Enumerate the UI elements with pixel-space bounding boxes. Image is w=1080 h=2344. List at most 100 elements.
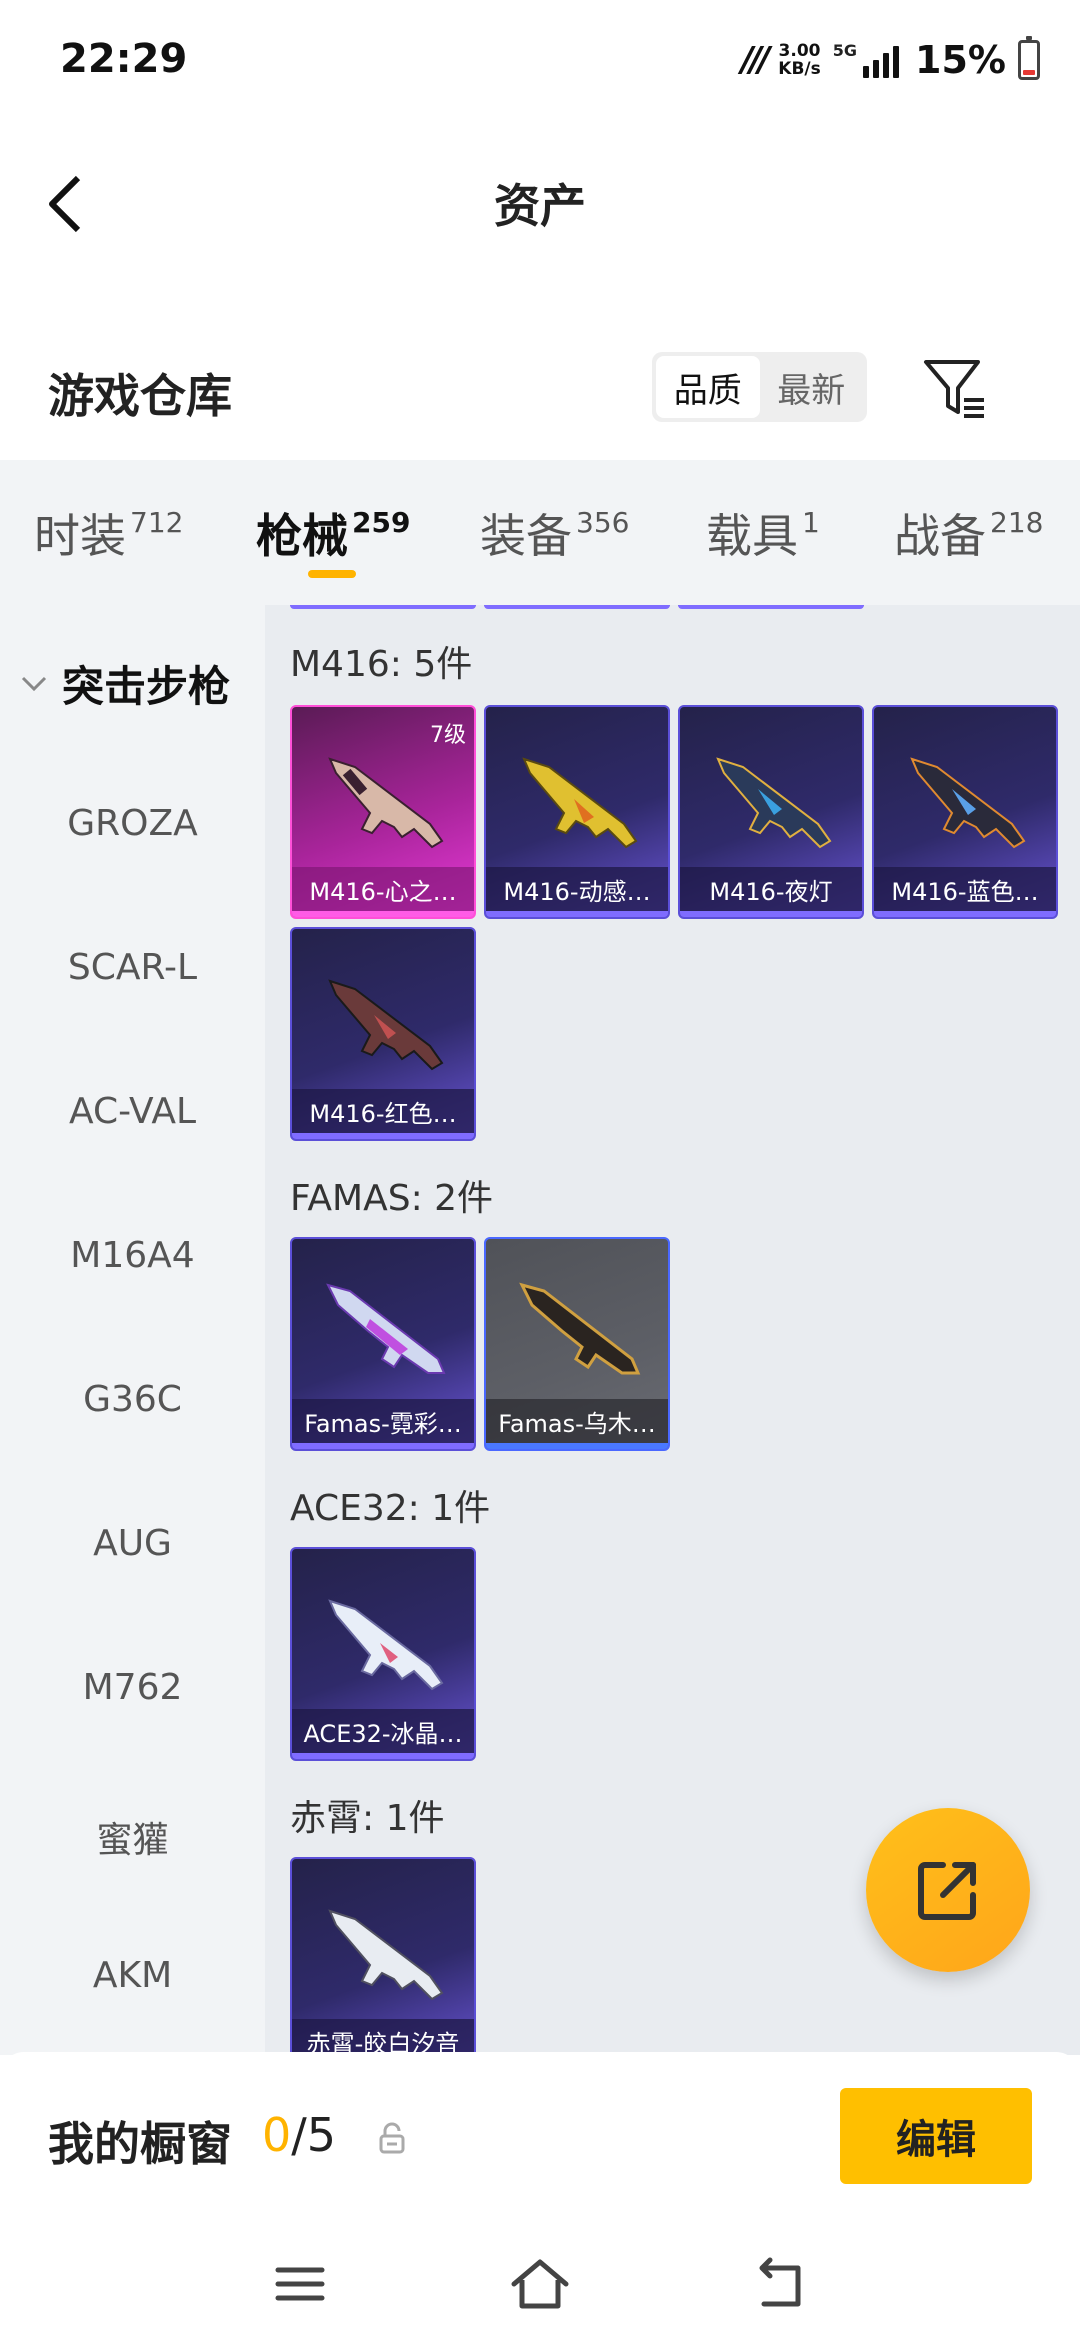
battery-icon	[1018, 36, 1040, 80]
home-icon[interactable]	[510, 2254, 570, 2314]
group-title: ACE32: 1件	[290, 1488, 491, 1529]
active-tab-indicator	[308, 570, 356, 578]
rifle-icon	[328, 1599, 444, 1691]
rarity-bar	[680, 911, 862, 917]
showcase-current: 0	[262, 2108, 292, 2162]
menu-icon[interactable]	[270, 2254, 330, 2314]
tab-count: 259	[352, 505, 411, 539]
rifle-icon	[328, 1909, 444, 2001]
tab-fashion[interactable]: 时装 712	[34, 500, 183, 566]
rarity-bar	[874, 911, 1056, 917]
weapon-name: M416-心之…	[292, 867, 474, 911]
status-indicators: /// 3.00 KB/s 5G 15%	[741, 36, 1040, 82]
showcase-count: 0/5	[262, 2108, 336, 2162]
partial-card[interactable]	[290, 605, 476, 609]
tab-firearms[interactable]: 枪械 259	[256, 500, 410, 566]
sort-option-quality[interactable]: 品质	[656, 356, 760, 418]
sidebar-item-aug[interactable]: AUG	[0, 1523, 265, 1564]
tab-label: 战备	[894, 509, 986, 563]
nfc-icon: ///	[741, 40, 770, 80]
sidebar-item-m16a4[interactable]: M16A4	[0, 1235, 265, 1276]
weapon-type-sidebar: 突击步枪 GROZA SCAR-L AC-VAL M16A4 G36C AUG …	[0, 605, 265, 2055]
weapon-name: M416-夜灯	[680, 867, 862, 911]
showcase-title: 我的橱窗	[48, 2117, 232, 2171]
edit-button[interactable]: 编辑	[840, 2088, 1032, 2184]
weapon-card[interactable]: M416-蓝色…	[872, 705, 1058, 919]
net-speed-unit: KB/s	[778, 59, 821, 79]
rifle-icon	[716, 757, 832, 849]
tab-label: 载具	[706, 509, 798, 563]
rifle-icon	[522, 757, 638, 849]
weapon-card[interactable]: 7级 M416-心之…	[290, 705, 476, 919]
sidebar-item-g36c[interactable]: G36C	[0, 1379, 265, 1420]
weapon-card[interactable]: M416-夜灯	[678, 705, 864, 919]
filter-button[interactable]	[920, 356, 990, 422]
app-header: 资产	[0, 120, 1080, 280]
sidebar-item-scar-l[interactable]: SCAR-L	[0, 947, 265, 988]
share-button[interactable]	[866, 1808, 1030, 1972]
sidebar-item-groza[interactable]: GROZA	[0, 803, 265, 844]
weapon-card[interactable]: M416-红色…	[290, 927, 476, 1141]
weapon-card[interactable]: 赤霄-皎白汐音	[290, 1857, 476, 2055]
tab-count: 712	[130, 505, 184, 539]
rifle-icon	[328, 979, 444, 1071]
signal-icon: 5G	[832, 41, 900, 78]
sidebar-item-honey-badger[interactable]: 蜜獾	[0, 1811, 265, 1863]
tab-battle-gear[interactable]: 战备 218	[894, 500, 1043, 566]
share-icon	[918, 1862, 976, 1920]
sidebar-item-akm[interactable]: AKM	[0, 1955, 265, 1996]
tab-count: 356	[576, 505, 630, 539]
weapon-card[interactable]: M416-动感…	[484, 705, 670, 919]
weapon-name: Famas-霓彩…	[292, 1399, 474, 1443]
rarity-bar	[486, 911, 668, 917]
tab-label: 装备	[480, 509, 572, 563]
weapon-name: M416-蓝色…	[874, 867, 1056, 911]
rifle-icon	[326, 1283, 446, 1374]
weapon-card[interactable]: ACE32-冰晶…	[290, 1547, 476, 1761]
showcase-total: /5	[291, 2108, 337, 2162]
group-title: 赤霄: 1件	[290, 1798, 445, 1839]
weapon-name: M416-动感…	[486, 867, 668, 911]
weapon-card[interactable]: Famas-霓彩…	[290, 1237, 476, 1451]
sort-toggle: 品质 最新	[652, 352, 867, 422]
weapon-name: 赤霄-皎白汐音	[292, 2019, 474, 2055]
partial-card[interactable]	[678, 605, 864, 609]
sidebar-item-m762[interactable]: M762	[0, 1667, 265, 1708]
status-time: 22:29	[60, 36, 188, 82]
battery-percent: 15%	[915, 38, 1006, 82]
lock-icon	[379, 2122, 405, 2154]
tab-count: 218	[990, 505, 1044, 539]
showcase-bar: 我的橱窗 0/5 编辑	[0, 2052, 1080, 2222]
sidebar-item-ac-val[interactable]: AC-VAL	[0, 1091, 265, 1132]
group-title: FAMAS: 2件	[290, 1178, 494, 1219]
sort-option-newest[interactable]: 最新	[760, 356, 864, 418]
weapon-card[interactable]: Famas-乌木…	[484, 1237, 670, 1451]
warehouse-title: 游戏仓库	[48, 369, 232, 423]
status-bar: 22:29 /// 3.00 KB/s 5G 15%	[0, 0, 1080, 120]
network-type: 5G	[832, 41, 858, 60]
rifle-icon	[519, 1282, 641, 1375]
warehouse-toolbar: 游戏仓库 品质 最新	[0, 330, 1080, 460]
weapon-name: Famas-乌木…	[486, 1399, 668, 1443]
rarity-bar	[292, 1443, 474, 1449]
filter-icon	[924, 360, 984, 418]
system-nav-bar	[0, 2222, 1080, 2344]
chevron-down-icon	[21, 676, 47, 691]
tab-equipment[interactable]: 装备 356	[480, 500, 629, 566]
sidebar-section-label: 突击步枪	[62, 662, 231, 711]
weapon-name: M416-红色…	[292, 1089, 474, 1133]
page-title: 资产	[494, 179, 586, 233]
tab-count: 1	[802, 505, 820, 539]
tab-vehicles[interactable]: 载具 1	[706, 500, 820, 566]
category-tabs: 时装 712 枪械 259 装备 356 载具 1 战备 218	[0, 460, 1080, 605]
battery-fill	[1023, 69, 1035, 75]
sidebar-section-assault-rifles[interactable]: 突击步枪	[20, 653, 230, 714]
rarity-bar	[292, 911, 474, 917]
rarity-bar	[292, 1133, 474, 1139]
weapon-name: ACE32-冰晶…	[292, 1709, 474, 1753]
partial-card[interactable]	[484, 605, 670, 609]
net-speed-value: 3.00	[778, 41, 821, 61]
network-speed: 3.00 KB/s	[778, 42, 820, 78]
tab-label: 枪械	[256, 509, 348, 563]
back-nav-icon[interactable]	[750, 2254, 810, 2314]
